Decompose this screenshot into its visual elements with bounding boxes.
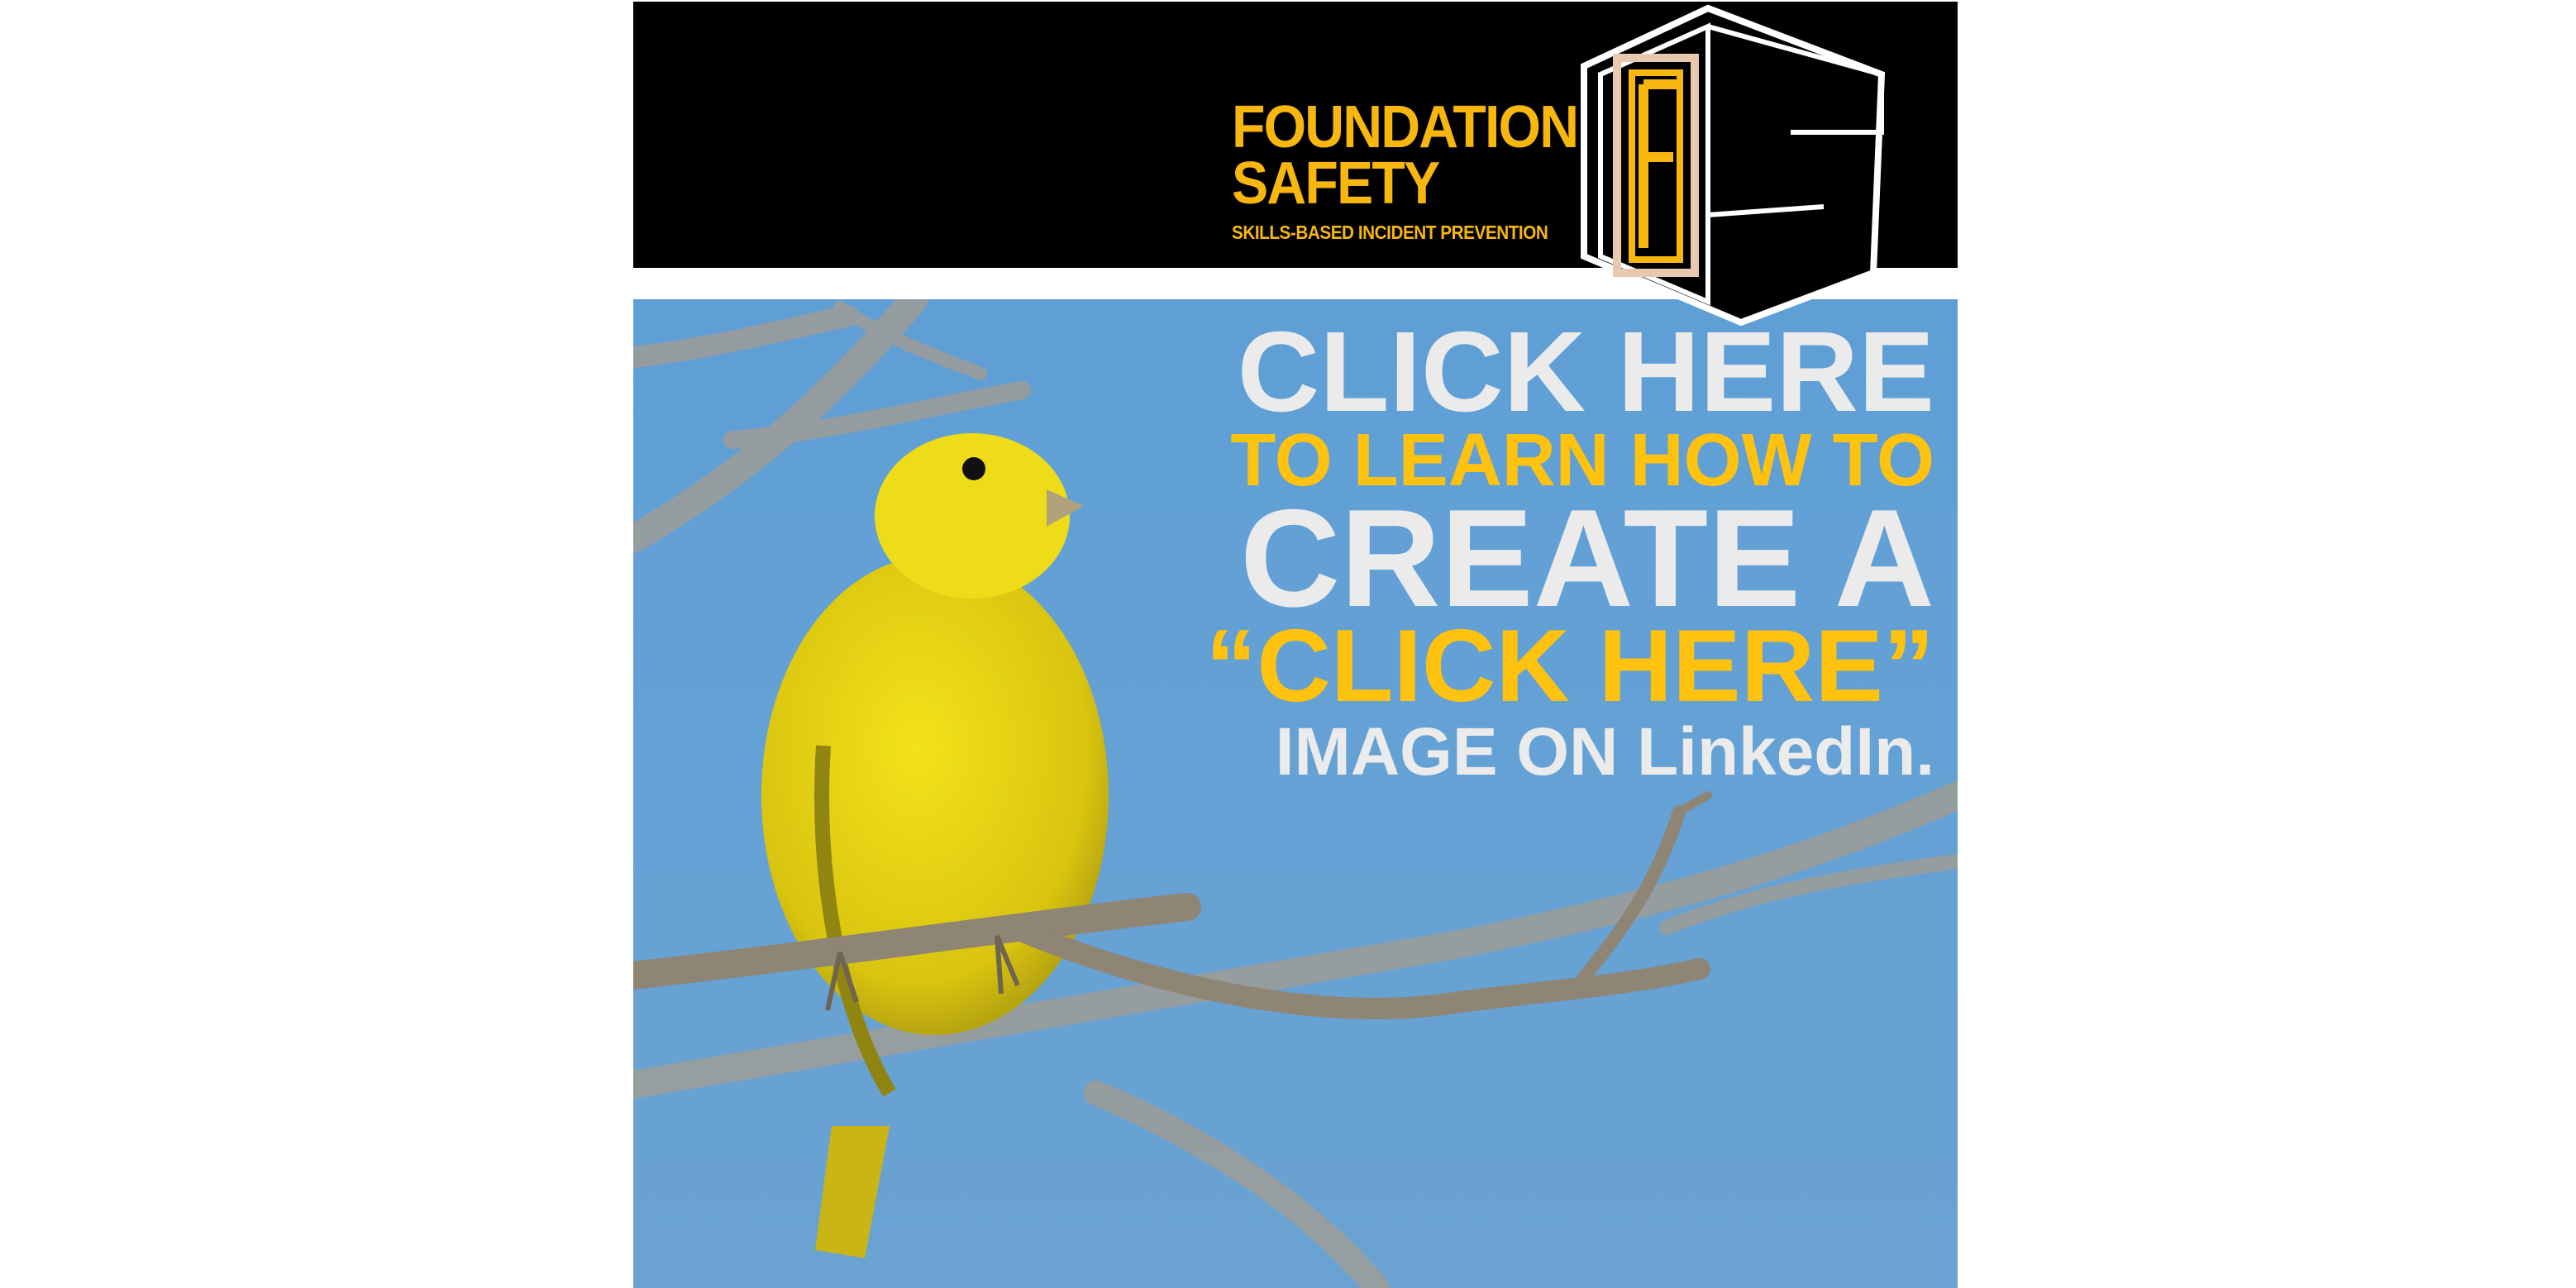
brand-name-line2: SAFETY bbox=[1232, 150, 1440, 217]
brand-wordmark: FOUNDATION SAFETY SKILLS-BASED INCIDENT … bbox=[1232, 94, 1608, 245]
click-here-headline[interactable]: CLICK HERE TO LEARN HOW TO CREATE A “CLI… bbox=[1124, 308, 1934, 790]
canary-photo[interactable]: CLICK HERE TO LEARN HOW TO CREATE A “CLI… bbox=[633, 299, 1958, 1288]
brand-tagline: SKILLS-BASED INCIDENT PREVENTION bbox=[1232, 222, 1548, 243]
headline-image-on-linkedin: IMAGE ON LinkedIn. bbox=[1275, 714, 1934, 789]
headline-click-here: CLICK HERE bbox=[1237, 308, 1934, 436]
click-here-card[interactable]: FOUNDATION SAFETY SKILLS-BASED INCIDENT … bbox=[633, 2, 1958, 1288]
headline-quoted-click-here: “CLICK HERE” bbox=[1205, 609, 1934, 723]
fs-monogram-logo-icon bbox=[1581, 4, 1886, 327]
headline-create-a: CREATE A bbox=[1240, 480, 1934, 636]
brand-name-line1: FOUNDATION bbox=[1232, 94, 1579, 160]
